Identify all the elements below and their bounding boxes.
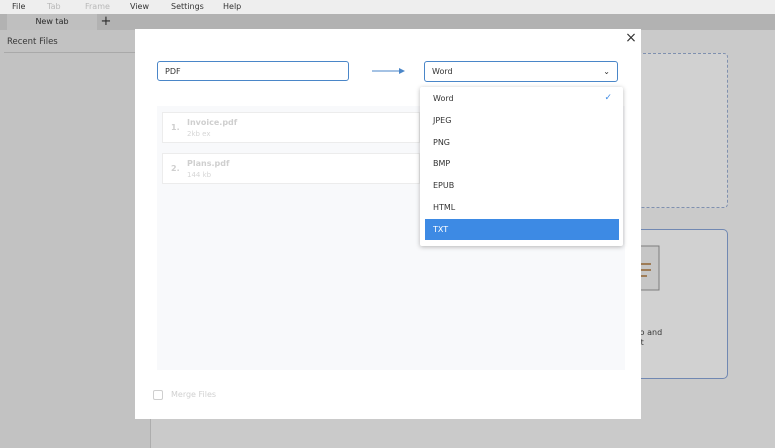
file-number: 1. (171, 123, 180, 132)
dropdown-option-png[interactable]: PNG (425, 132, 619, 153)
option-label: TXT (433, 225, 449, 234)
file-name: Plans.pdf (187, 159, 230, 168)
target-format-value: Word (432, 67, 453, 76)
file-size: 144 kb (187, 171, 212, 179)
menu-bar: File Tab Frame View Settings Help (0, 0, 775, 14)
merge-files-checkbox[interactable] (153, 390, 163, 400)
dropdown-option-jpeg[interactable]: JPEG (425, 110, 619, 131)
file-number: 2. (171, 164, 180, 173)
menu-frame[interactable]: Frame (85, 2, 110, 11)
option-label: HTML (433, 203, 456, 212)
menu-help[interactable]: Help (223, 2, 241, 11)
dropdown-option-epub[interactable]: EPUB (425, 175, 619, 196)
option-label: PNG (433, 138, 451, 147)
check-icon: ✓ (604, 93, 612, 103)
format-dropdown: Word ✓ JPEG PNG BMP EPUB HTML TXT (420, 87, 623, 246)
close-icon[interactable]: × (624, 31, 638, 45)
chevron-down-icon: ⌄ (603, 67, 610, 76)
dropdown-option-word[interactable]: Word ✓ (425, 88, 619, 109)
target-format-select[interactable]: Word ⌄ (424, 61, 618, 82)
arrow-right-icon (372, 68, 405, 74)
menu-tab[interactable]: Tab (47, 2, 61, 11)
menu-view[interactable]: View (130, 2, 149, 11)
file-name: Invoice.pdf (187, 118, 238, 127)
option-label: JPEG (433, 116, 452, 125)
dropdown-option-html[interactable]: HTML (425, 197, 619, 218)
option-label: BMP (433, 159, 451, 168)
file-item[interactable]: 1. Invoice.pdf 2kb ex (162, 112, 420, 143)
file-size: 2kb ex (187, 130, 211, 138)
dropdown-option-txt[interactable]: TXT (425, 219, 619, 240)
file-item[interactable]: 2. Plans.pdf 144 kb (162, 153, 420, 184)
menu-file[interactable]: File (12, 2, 25, 11)
option-label: EPUB (433, 181, 455, 190)
dropdown-option-bmp[interactable]: BMP (425, 153, 619, 174)
merge-files-label: Merge Files (171, 390, 217, 399)
option-label: Word (433, 94, 454, 103)
menu-settings[interactable]: Settings (171, 2, 204, 11)
source-format-field[interactable]: PDF (157, 61, 349, 81)
